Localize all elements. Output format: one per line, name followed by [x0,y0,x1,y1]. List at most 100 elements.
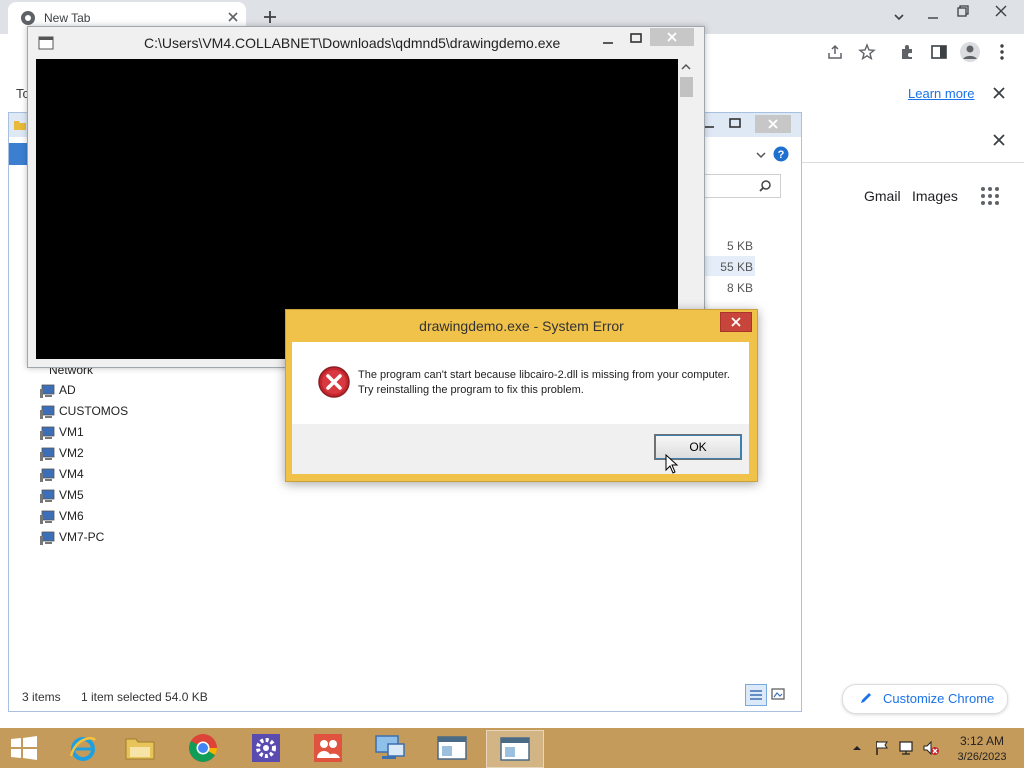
tree-item-ad[interactable]: AD [9,381,209,401]
tree-item-vm5[interactable]: VM5 [9,486,209,506]
mouse-cursor-icon [665,454,679,474]
console-close-button[interactable] [650,28,694,46]
volume-muted-icon[interactable] [922,740,940,756]
clock-time[interactable]: 3:12 AM [956,734,1008,748]
taskbar-dialog-app[interactable] [486,730,544,768]
computer-icon [39,446,55,462]
show-hidden-icons-icon[interactable] [852,744,862,752]
computer-icon [39,509,55,525]
console-title: C:\Users\VM4.COLLABNET\Downloads\qdmnd5\… [144,35,561,51]
large-icons-view-icon[interactable] [771,687,785,701]
console-app-icon [38,36,54,50]
tree-label: VM4 [59,467,84,481]
restore-icon[interactable] [956,4,970,18]
tree-label: VM1 [59,425,84,439]
search-input[interactable] [703,174,781,198]
taskbar-people[interactable] [300,730,356,766]
window-app-icon [500,737,530,761]
star-icon[interactable] [858,43,876,61]
windows-start-icon[interactable] [10,736,38,760]
svg-text:?: ? [778,149,785,161]
tree-item-vm6[interactable]: VM6 [9,507,209,527]
window-app-icon [437,736,467,760]
tree-label: VM2 [59,446,84,460]
remote-desktop-icon [375,735,405,759]
infobar-close-icon[interactable] [992,86,1006,100]
ribbon-selected-tab[interactable] [9,143,27,165]
computer-icon [39,404,55,420]
tree-label: CUSTOMOS [59,404,129,418]
images-link[interactable]: Images [912,188,958,204]
taskbar-settings[interactable] [238,730,294,766]
share-icon[interactable] [826,43,844,61]
chrome-icon [20,10,36,26]
tab-title: New Tab [44,11,91,25]
computer-icon [39,425,55,441]
computer-icon [39,530,55,546]
dialog-title: drawingdemo.exe - System Error [419,318,624,334]
ribbon-expand-chevron-icon[interactable] [755,149,767,161]
close-window-icon[interactable] [994,4,1008,18]
gmail-link[interactable]: Gmail [864,188,901,204]
panel-close-icon[interactable] [992,133,1006,147]
tree-item-vm1[interactable]: VM1 [9,423,209,443]
folder-icon [13,118,27,132]
console-minimize-icon[interactable] [602,35,614,47]
apps-grid-icon[interactable] [980,186,1000,206]
search-icon [758,179,772,193]
dialog-close-button[interactable] [720,312,752,332]
file-explorer-icon [125,738,155,760]
tree-label: VM5 [59,488,84,502]
error-icon [318,366,350,398]
computer-icon [39,467,55,483]
ok-label: OK [689,440,707,454]
status-selection: 1 item selected 54.0 KB [81,690,208,704]
tab-close-icon[interactable] [226,10,240,24]
people-icon [314,734,342,762]
scroll-up-icon[interactable] [681,63,691,71]
help-icon[interactable]: ? [773,146,789,162]
settings-icon [252,734,280,762]
details-view-icon[interactable] [745,684,767,706]
explorer-close-button[interactable] [755,115,791,133]
tree-label: VM6 [59,509,84,523]
computer-icon [39,488,55,504]
taskbar-chrome[interactable] [176,730,232,766]
scroll-thumb[interactable] [680,77,693,97]
taskbar-ie[interactable] [56,730,112,766]
ie-icon [69,737,96,761]
extensions-icon[interactable] [898,43,916,61]
tree-item-vm7-pc[interactable]: VM7-PC [9,528,209,548]
status-item-count: 3 items [22,690,61,704]
error-message: The program can't start because libcairo… [358,369,730,396]
network-icon[interactable] [898,740,916,756]
pencil-icon [859,691,873,705]
profile-icon[interactable] [959,41,981,63]
dialog-body: The program can't start because libcairo… [292,342,749,474]
taskbar: 3:12 AM 3/26/2023 [0,728,1024,768]
explorer-statusbar: 3 items 1 item selected 54.0 KB [9,681,801,711]
tree-label: VM7-PC [59,530,105,544]
flag-icon[interactable] [874,740,890,756]
taskbar-remote-desktop[interactable] [362,730,418,766]
taskbar-console-app[interactable] [424,730,480,766]
explorer-maximize-icon[interactable] [729,117,741,129]
tree-item-vm4[interactable]: VM4 [9,465,209,485]
taskbar-file-explorer[interactable] [112,730,168,766]
learn-more-link[interactable]: Learn more [908,86,974,101]
sidepanel-icon[interactable] [930,43,948,61]
console-maximize-icon[interactable] [630,32,642,44]
clock-date[interactable]: 3/26/2023 [952,751,1012,763]
new-tab-plus-icon[interactable] [262,9,278,25]
tree-item-vm2[interactable]: VM2 [9,444,209,464]
minimize-icon[interactable] [926,10,940,24]
customize-chrome-button[interactable]: Customize Chrome [842,684,1008,714]
tab-search-chevron-icon[interactable] [892,10,906,24]
tree-label: AD [59,383,76,397]
system-error-dialog: drawingdemo.exe - System Error The progr… [285,309,758,482]
tree-item-customos[interactable]: CUSTOMOS [9,402,209,422]
customize-chrome-label: Customize Chrome [883,691,995,706]
computer-icon [39,383,55,399]
menu-icon[interactable] [996,43,1008,61]
chrome-icon [189,734,217,762]
